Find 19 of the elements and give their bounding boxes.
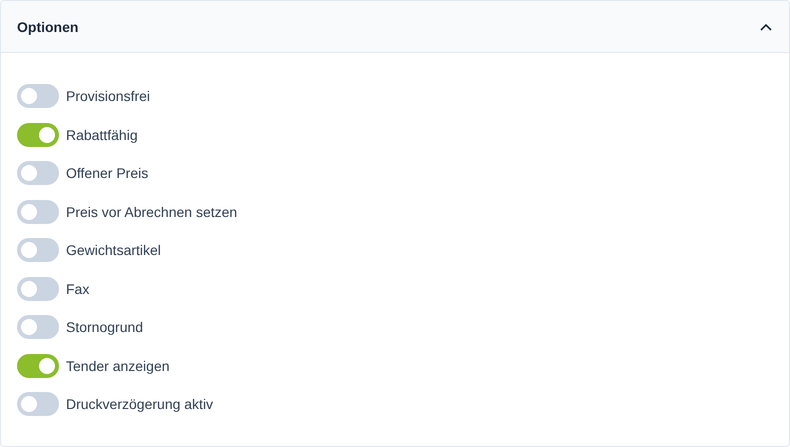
toggle-switch[interactable] (17, 315, 59, 339)
toggle-switch[interactable] (17, 122, 59, 146)
toggle-switch[interactable] (17, 84, 59, 108)
option-label: Provisionsfrei (66, 88, 150, 104)
option-label: Offener Preis (66, 165, 148, 181)
toggle-switch[interactable] (17, 276, 59, 300)
toggle-switch[interactable] (17, 392, 59, 416)
option-label: Preis vor Abrechnen setzen (66, 204, 238, 220)
toggle-switch[interactable] (17, 200, 59, 224)
option-label: Gewichtsartikel (66, 242, 161, 258)
toggle-switch[interactable] (17, 161, 59, 185)
option-label: Fax (66, 280, 90, 296)
option-label: Druckverzögerung aktiv (66, 396, 214, 412)
option-label: Rabattfähig (66, 126, 138, 142)
panel-title: Optionen (17, 18, 78, 34)
option-label: Stornogrund (66, 319, 144, 335)
toggle-switch[interactable] (17, 354, 59, 378)
toggle-switch[interactable] (17, 238, 59, 262)
option-label: Tender anzeigen (66, 358, 170, 374)
